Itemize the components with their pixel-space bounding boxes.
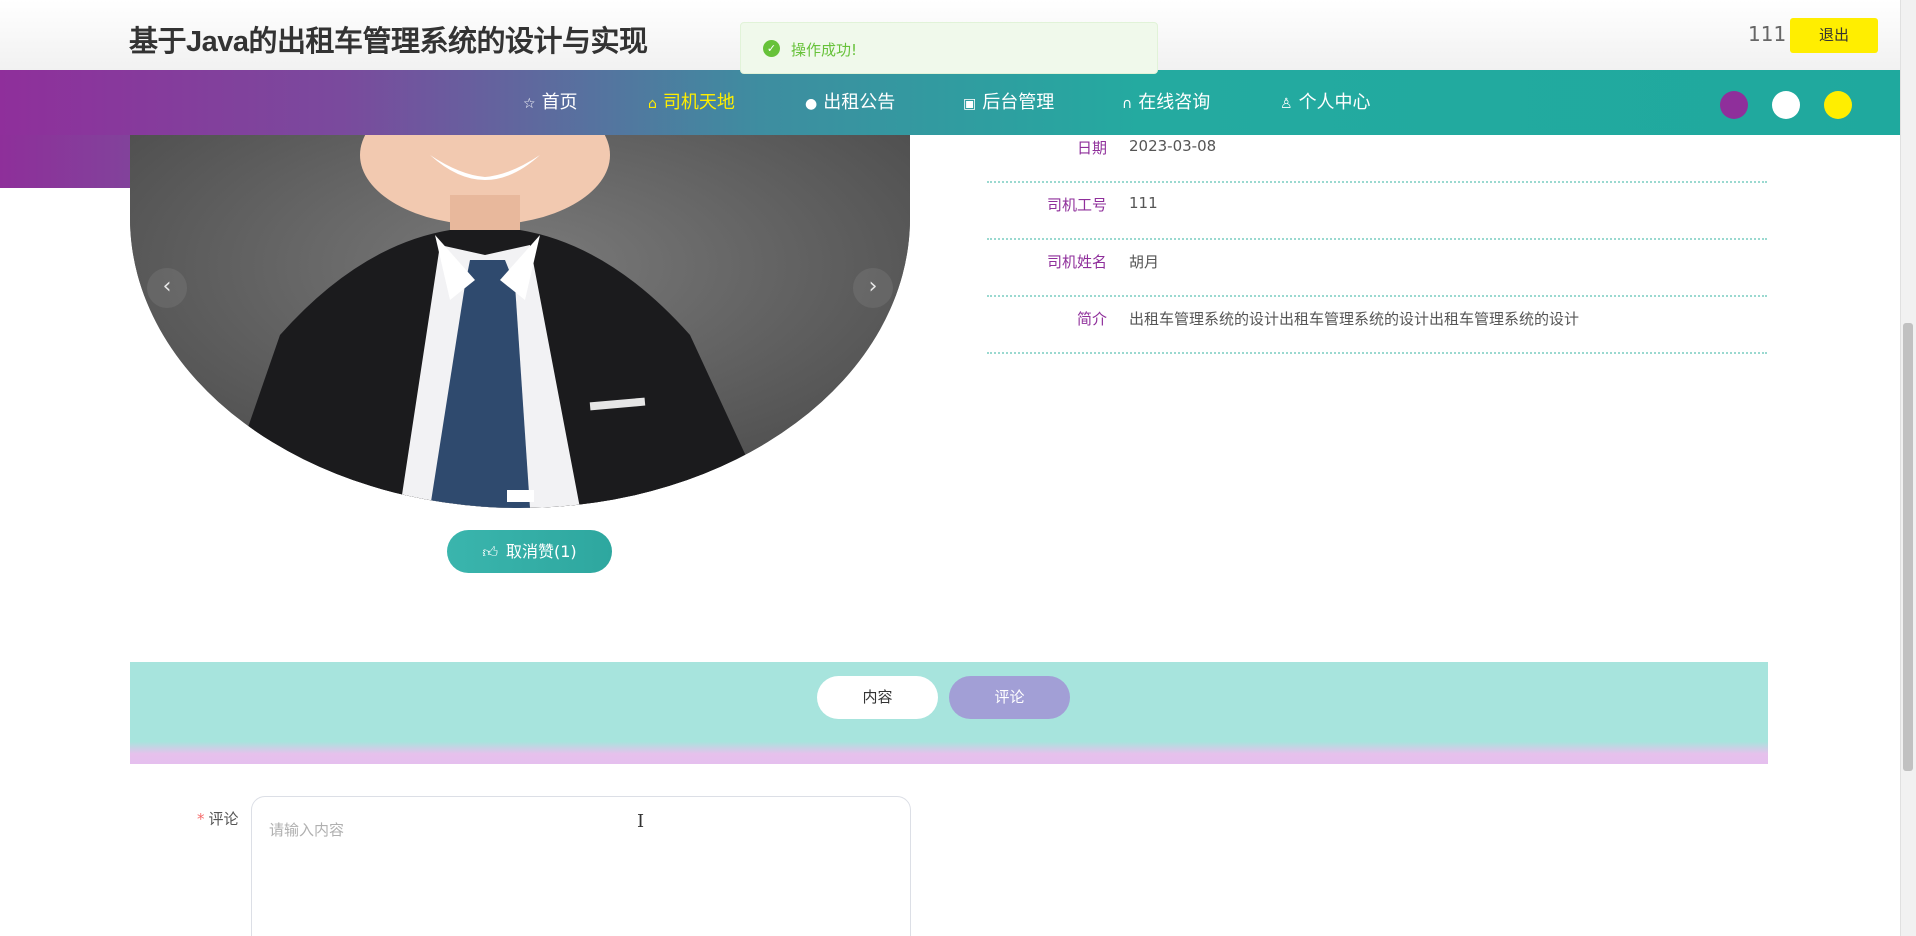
user-name: 111 xyxy=(1748,22,1787,46)
nav-item-label: 出租公告 xyxy=(823,92,896,113)
carousel-indicator[interactable] xyxy=(507,490,534,502)
unlike-button[interactable]: 👍︎ 取消赞(1) xyxy=(447,530,612,573)
theme-dot-white[interactable] xyxy=(1772,91,1800,119)
detail-value: 2023-03-08 xyxy=(1129,137,1217,155)
driver-photo xyxy=(130,135,910,508)
nav-item-drivers[interactable]: ⌂ 司机天地 xyxy=(648,70,735,135)
detail-label: 司机姓名 xyxy=(1046,253,1107,271)
theme-dot-purple[interactable] xyxy=(1720,91,1748,119)
detail-value: 出租车管理系统的设计出租车管理系统的设计出租车管理系统的设计 xyxy=(1129,310,1580,328)
nav-item-label: 司机天地 xyxy=(662,92,735,113)
nav-item-label: 在线咨询 xyxy=(1138,92,1211,113)
detail-row-driver-name: 司机姓名 胡月 xyxy=(987,239,1767,297)
comment-input[interactable] xyxy=(251,796,911,936)
check-circle-icon: ✓ xyxy=(763,40,780,57)
comment-label: * 评论 xyxy=(197,808,239,829)
detail-row-intro: 简介 出租车管理系统的设计出租车管理系统的设计出租车管理系统的设计 xyxy=(987,296,1767,354)
nav-item-label: 首页 xyxy=(541,92,578,113)
tab-band xyxy=(130,662,1768,764)
bag-icon: ⌂ xyxy=(648,96,657,112)
star-icon: ☆ xyxy=(523,96,536,112)
page: 基于Java的出租车管理系统的设计与实现 111 退出 ☆ 首页 ⌂ 司机天地 ● 出… xyxy=(0,0,1916,936)
carousel-prev-button[interactable]: ‹ xyxy=(147,268,187,308)
carousel-next-button[interactable]: › xyxy=(853,268,893,308)
nav-item-label: 后台管理 xyxy=(982,92,1055,113)
tab-content[interactable]: 内容 xyxy=(817,676,938,719)
tab-comment[interactable]: 评论 xyxy=(949,676,1070,719)
nav-item-announcements[interactable]: ● 出租公告 xyxy=(805,70,895,135)
theme-dot-yellow[interactable] xyxy=(1824,91,1852,119)
detail-label: 简介 xyxy=(1076,310,1107,328)
nav-item-label: 个人中心 xyxy=(1298,92,1371,113)
success-toast: ✓ 操作成功! xyxy=(740,22,1158,74)
comment-label-text: 评论 xyxy=(208,810,239,828)
detail-value: 胡月 xyxy=(1129,253,1160,271)
detail-row-date: 日期 2023-03-08 xyxy=(987,125,1767,183)
detail-row-driver-id: 司机工号 111 xyxy=(987,182,1767,240)
info-icon: ● xyxy=(805,96,818,112)
like-label: 取消赞(1) xyxy=(506,542,577,561)
toast-message: 操作成功! xyxy=(791,41,858,59)
detail-value: 111 xyxy=(1129,194,1158,212)
thumbs-up-icon: 👍︎ xyxy=(482,543,498,561)
chevron-right-icon: › xyxy=(868,274,878,299)
scrollbar-thumb[interactable] xyxy=(1903,323,1913,771)
text-cursor-icon: I xyxy=(637,811,645,832)
detail-label: 日期 xyxy=(1076,139,1107,157)
site-title: 基于Java的出租车管理系统的设计与实现 xyxy=(129,26,648,58)
required-mark: * xyxy=(197,810,205,828)
chevron-left-icon: ‹ xyxy=(162,274,172,299)
logout-button[interactable]: 退出 xyxy=(1790,18,1878,53)
detail-label: 司机工号 xyxy=(1046,196,1107,214)
gift-icon: ▣ xyxy=(963,96,977,112)
nav-item-home[interactable]: ☆ 首页 xyxy=(523,70,578,135)
image-carousel[interactable]: ‹ › xyxy=(130,135,910,508)
